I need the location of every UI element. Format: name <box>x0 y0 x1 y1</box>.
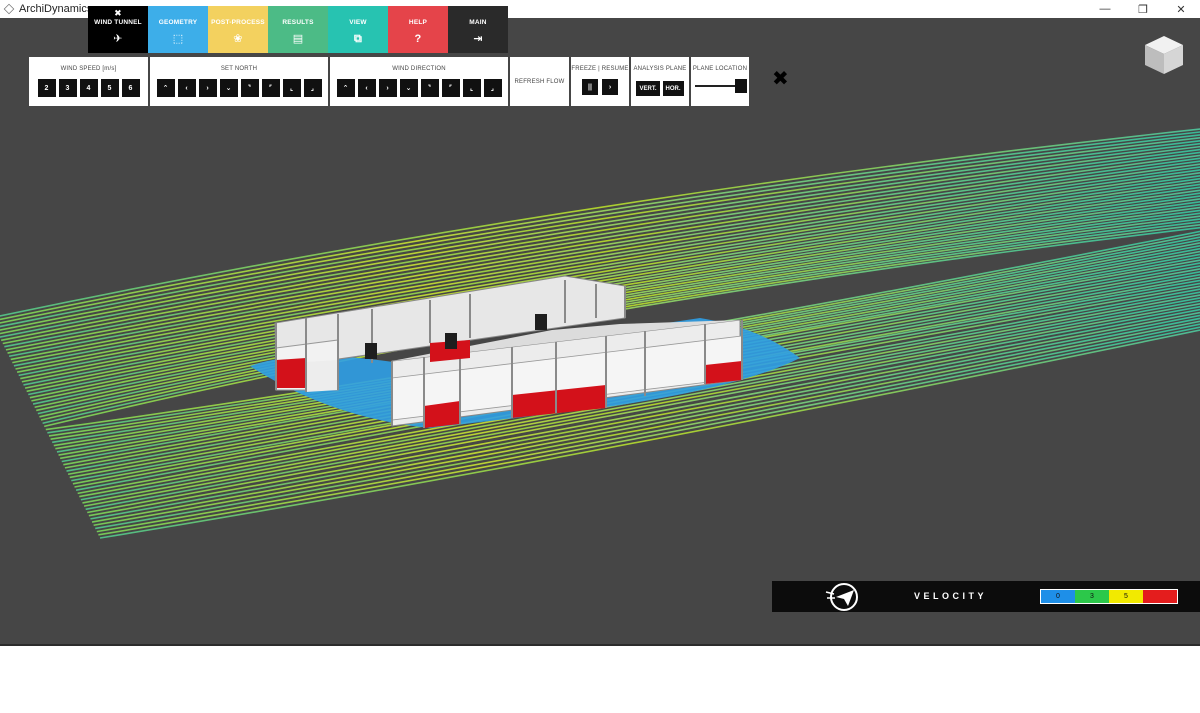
minimize-button[interactable]: — <box>1086 0 1124 18</box>
plane-location-slider[interactable] <box>695 79 747 93</box>
swirl-icon: ❀ <box>233 33 243 45</box>
panel-plane-location: PLANE LOCATION <box>691 57 749 106</box>
wind-dir-se-button[interactable]: ⌟ <box>483 79 502 97</box>
wind-dir-ne-button[interactable]: ⌝ <box>420 79 439 97</box>
north-up-button[interactable]: ⌃ <box>156 79 175 97</box>
wind-speed-5-button[interactable]: 5 <box>100 79 119 97</box>
app-logo-icon <box>3 3 15 15</box>
tab-label: RESULTS <box>282 19 314 26</box>
tab-label: VIEW <box>349 19 367 26</box>
wind-speed-6-button[interactable]: 6 <box>121 79 140 97</box>
close-window-button[interactable]: ✕ <box>1162 0 1200 18</box>
wind-speed-2-button[interactable]: 2 <box>37 79 56 97</box>
north-left-button[interactable]: ‹ <box>177 79 196 97</box>
scale-segment: 0 <box>1041 590 1075 603</box>
north-right-button[interactable]: › <box>198 79 217 97</box>
tab-geometry[interactable]: GEOMETRY ⬚ <box>148 6 208 53</box>
panel-freeze-resume: FREEZE | RESUME || › <box>571 57 629 106</box>
north-ne-button[interactable]: ⌝ <box>240 79 259 97</box>
wind-dir-nw-button[interactable]: ⌜ <box>441 79 460 97</box>
exit-icon: ⇥ <box>473 33 483 45</box>
legend-title: VELOCITY <box>914 591 988 601</box>
tab-label: WIND TUNNEL <box>94 19 142 26</box>
velocity-legend: VELOCITY 0 3 5 <box>772 581 1200 612</box>
paper-plane-logo-icon <box>825 583 858 611</box>
close-icon[interactable]: ✖ <box>88 8 148 19</box>
tab-wind-tunnel[interactable]: ✖ WIND TUNNEL ✈ <box>88 6 148 53</box>
wind-dir-sw-button[interactable]: ⌞ <box>462 79 481 97</box>
clipboard-icon: ▤ <box>292 33 304 45</box>
tab-main[interactable]: MAIN ⇥ <box>448 6 508 53</box>
scale-segment <box>1143 590 1177 603</box>
panel-analysis-plane: ANALYSIS PLANE VERT. HOR. <box>631 57 689 106</box>
tab-label: HELP <box>408 19 428 26</box>
tab-label: GEOMETRY <box>158 19 198 26</box>
wind-dir-up-button[interactable]: ⌃ <box>336 79 355 97</box>
north-sw-button[interactable]: ⌞ <box>282 79 301 97</box>
tab-help[interactable]: HELP ? <box>388 6 448 53</box>
window-controls: — ❐ ✕ <box>1086 0 1200 18</box>
wind-dir-right-button[interactable]: › <box>378 79 397 97</box>
viewport-3d[interactable] <box>0 18 1200 646</box>
wind-speed-3-button[interactable]: 3 <box>58 79 77 97</box>
play-button[interactable]: › <box>602 79 618 95</box>
tab-label: POST-PROCESS <box>211 19 265 26</box>
panel-wind-direction: WIND DIRECTION ⌃ ‹ › ⌄ ⌝ ⌜ ⌞ ⌟ <box>330 57 508 106</box>
slider-thumb[interactable] <box>735 79 747 93</box>
panel-title: FREEZE | RESUME <box>571 66 629 72</box>
cube-outline-icon: ⬚ <box>172 33 184 45</box>
north-nw-button[interactable]: ⌜ <box>261 79 280 97</box>
wind-simulation-scene[interactable] <box>0 18 1200 646</box>
panel-wind-speed: WIND SPEED [m/s] 2 3 4 5 6 <box>29 57 148 106</box>
main-nav: ✖ WIND TUNNEL ✈ GEOMETRY ⬚ POST-PROCESS … <box>88 6 508 53</box>
tab-results[interactable]: RESULTS ▤ <box>268 6 328 53</box>
viewport-border <box>0 644 1200 646</box>
horizontal-plane-button[interactable]: HOR. <box>662 81 684 96</box>
wind-dir-down-button[interactable]: ⌄ <box>399 79 418 97</box>
panel-title: WIND DIRECTION <box>392 66 446 72</box>
north-se-button[interactable]: ⌟ <box>303 79 322 97</box>
north-down-button[interactable]: ⌄ <box>219 79 238 97</box>
wind-dir-left-button[interactable]: ‹ <box>357 79 376 97</box>
tool-panels: WIND SPEED [m/s] 2 3 4 5 6 SET NORTH ⌃ ‹… <box>29 57 749 106</box>
question-icon: ? <box>414 33 422 45</box>
paper-plane-icon: ✈ <box>113 33 123 45</box>
vertical-plane-button[interactable]: VERT. <box>636 81 660 96</box>
panel-title: WIND SPEED [m/s] <box>60 66 117 72</box>
panel-title: ANALYSIS PLANE <box>633 66 687 72</box>
window-title: ArchiDynamics <box>19 3 93 15</box>
wind-speed-4-button[interactable]: 4 <box>79 79 98 97</box>
panel-title: PLANE LOCATION <box>692 66 748 72</box>
panel-title: SET NORTH <box>220 66 258 72</box>
pause-button[interactable]: || <box>582 79 598 95</box>
scale-segment: 5 <box>1109 590 1143 603</box>
refresh-flow-button[interactable]: REFRESH FLOW <box>510 57 569 106</box>
tab-label: MAIN <box>469 19 487 26</box>
scale-segment: 3 <box>1075 590 1109 603</box>
close-panel-icon[interactable]: ✖ <box>772 69 789 89</box>
panel-set-north: SET NORTH ⌃ ‹ › ⌄ ⌝ ⌜ ⌞ ⌟ <box>150 57 328 106</box>
refresh-flow-label: REFRESH FLOW <box>514 78 565 85</box>
view-cube-icon[interactable] <box>1143 34 1185 76</box>
view-cube-icon: ⧉ <box>353 33 363 45</box>
velocity-color-scale: 0 3 5 <box>1040 589 1178 604</box>
tab-post-process[interactable]: POST-PROCESS ❀ <box>208 6 268 53</box>
restore-button[interactable]: ❐ <box>1124 0 1162 18</box>
tab-view[interactable]: VIEW ⧉ <box>328 6 388 53</box>
